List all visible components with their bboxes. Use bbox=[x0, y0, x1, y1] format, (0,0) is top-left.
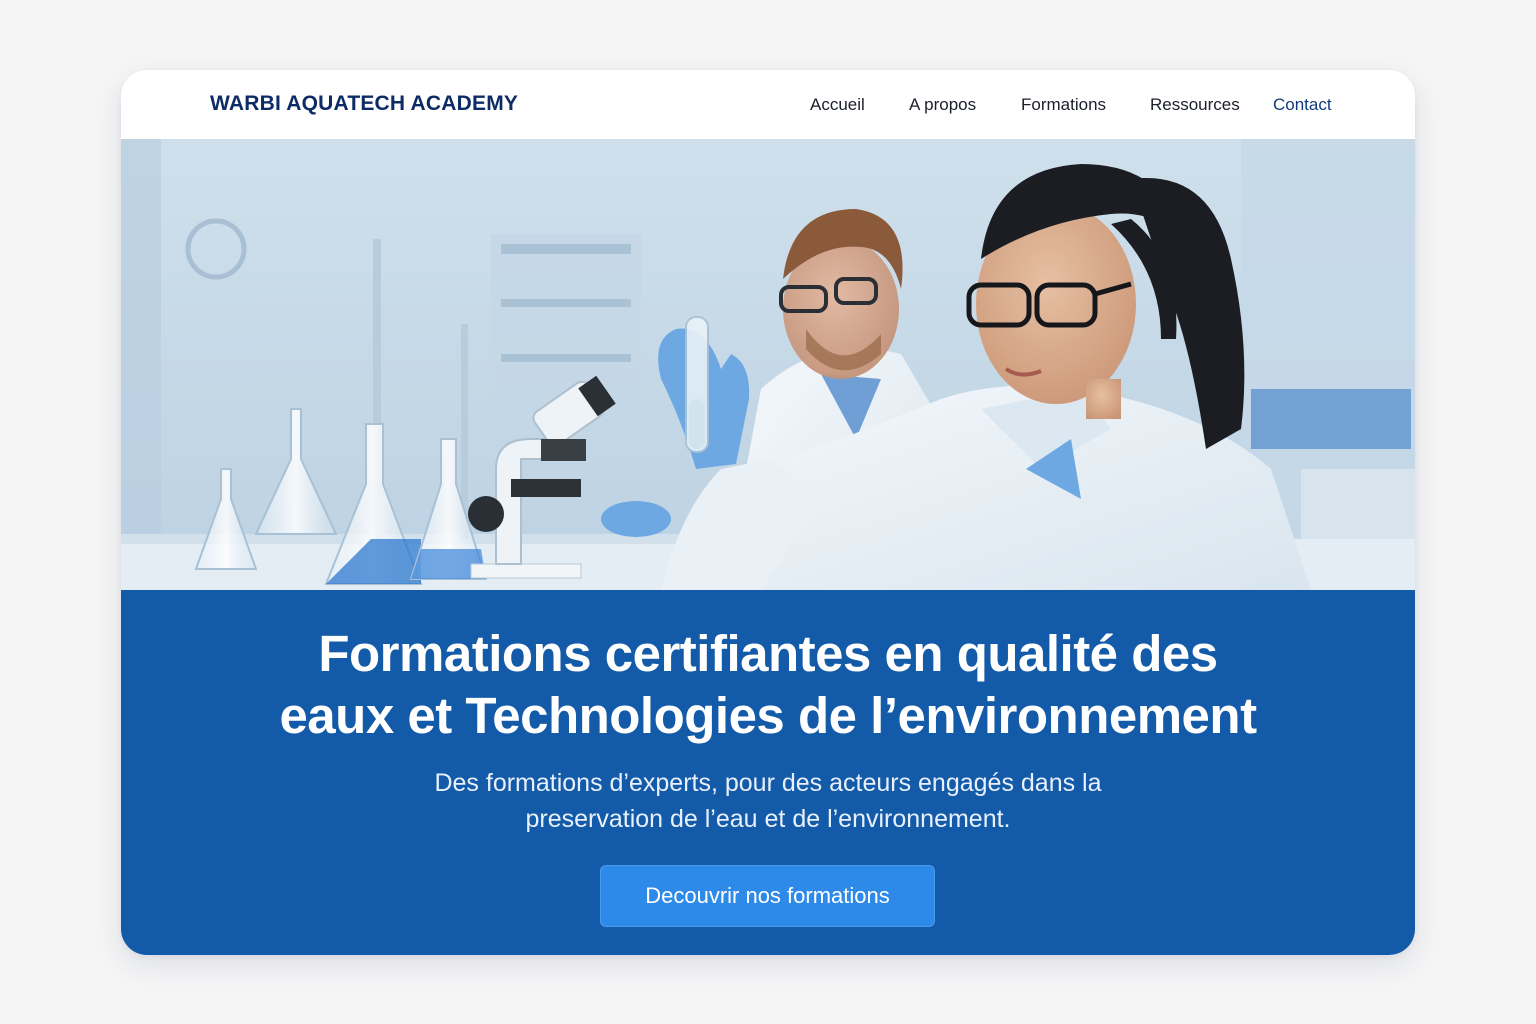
discover-formations-button[interactable]: Decouvrir nos formations bbox=[600, 865, 935, 927]
hero-subtitle: Des formations d’experts, pour des acteu… bbox=[434, 769, 1102, 833]
nav-link-ressources[interactable]: Ressources bbox=[1150, 95, 1240, 115]
nav-link-contact[interactable]: Contact bbox=[1273, 95, 1332, 115]
hero-lab-photo bbox=[121, 139, 1415, 590]
nav-link-accueil[interactable]: Accueil bbox=[810, 95, 865, 115]
hero-band: Formations certifiantes en qualité des e… bbox=[121, 590, 1415, 955]
nav-link-formations[interactable]: Formations bbox=[1021, 95, 1106, 115]
top-navbar: WARBI AQUATECH ACADEMY Accueil A propos … bbox=[121, 70, 1415, 139]
lab-scene-illustration bbox=[121, 139, 1415, 590]
hero-title: Formations certifiantes en qualité des e… bbox=[279, 625, 1257, 744]
nav-link-a-propos[interactable]: A propos bbox=[909, 95, 976, 115]
landing-card: WARBI AQUATECH ACADEMY Accueil A propos … bbox=[121, 70, 1415, 955]
brand-logo-text[interactable]: WARBI AQUATECH ACADEMY bbox=[210, 92, 518, 116]
